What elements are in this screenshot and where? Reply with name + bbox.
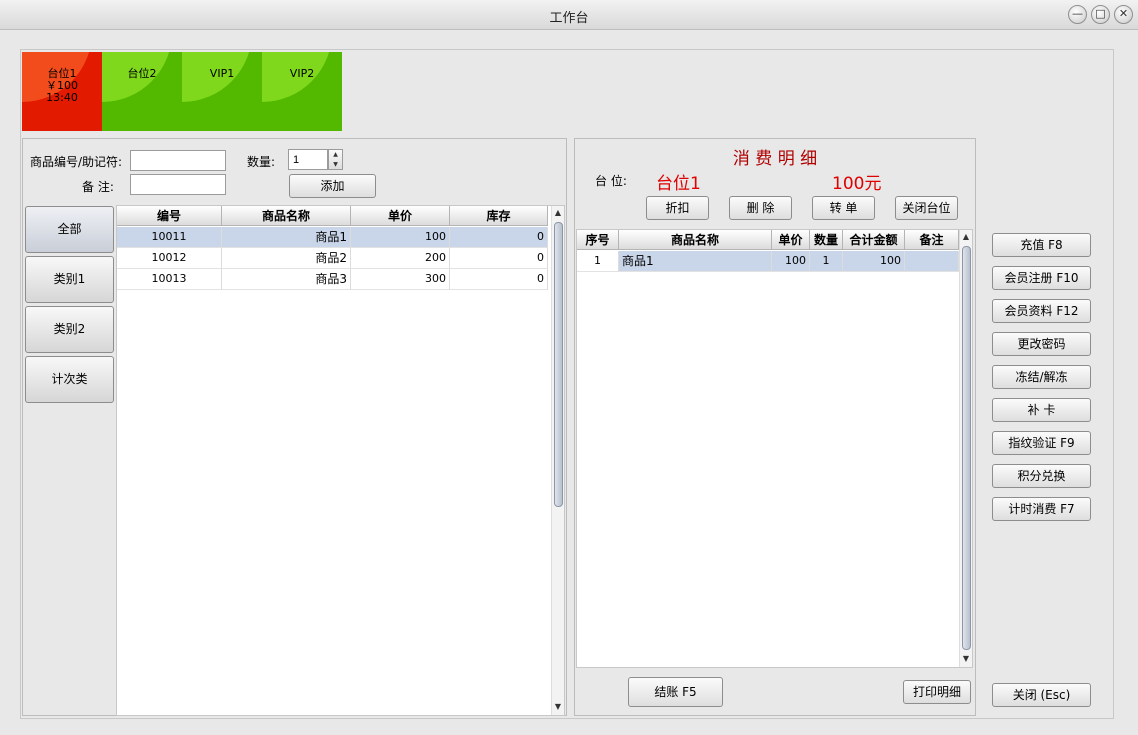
table-tile-name: VIP2 [289,67,315,80]
product-code-cell: 10011 [117,227,222,248]
fingerprint-verify-button[interactable]: 指纹验证 F9 [992,431,1091,455]
scroll-up-icon[interactable]: ▲ [552,208,564,217]
scroll-down-icon[interactable]: ▼ [552,702,564,711]
detail-note-cell [905,251,959,272]
close-table-button[interactable]: 关闭台位 [895,196,958,220]
scroll-up-icon[interactable]: ▲ [960,232,972,241]
category-1-button[interactable]: 类别1 [25,256,114,303]
product-price-cell: 100 [351,227,450,248]
product-name-cell: 商品2 [222,248,351,269]
add-product-button[interactable]: 添加 [289,174,376,198]
product-code-input[interactable] [130,150,226,171]
points-exchange-button[interactable]: 积分兑换 [992,464,1091,488]
detail-sum-cell: 100 [843,251,905,272]
column-header-no[interactable]: 序号 [577,230,619,250]
stepper-down-icon[interactable]: ▼ [329,160,342,170]
detail-price-cell: 100 [772,251,810,272]
detail-qty-cell: 1 [810,251,843,272]
freeze-unfreeze-button[interactable]: 冻结/解冻 [992,365,1091,389]
product-price-cell: 300 [351,269,450,290]
column-header-price[interactable]: 单价 [772,230,810,250]
maximize-icon[interactable]: □ [1091,5,1110,24]
column-header-code[interactable]: 编号 [117,206,222,226]
detail-table-label: 台 位: [595,174,627,188]
quantity-input[interactable] [288,149,328,170]
note-input[interactable] [130,174,226,195]
column-header-qty[interactable]: 数量 [810,230,843,250]
column-header-price[interactable]: 单价 [351,206,450,226]
column-header-sum[interactable]: 合计金额 [843,230,905,250]
product-code-cell: 10013 [117,269,222,290]
column-header-stock[interactable]: 库存 [450,206,548,226]
column-header-name[interactable]: 商品名称 [222,206,351,226]
table-tile-name: 台位2 [127,67,157,80]
product-name-cell: 商品3 [222,269,351,290]
table-row[interactable]: 10011 商品1 100 0 [117,227,548,248]
product-stock-cell: 0 [450,227,548,248]
table-tile-name: VIP1 [209,67,235,80]
product-name-cell: 商品1 [222,227,351,248]
table-tile-2[interactable]: 台位2 [102,52,182,131]
member-info-button[interactable]: 会员资料 F12 [992,299,1091,323]
reissue-card-button[interactable]: 补 卡 [992,398,1091,422]
scroll-thumb[interactable] [554,222,563,507]
table-tile-1[interactable]: 台位1 ￥100 13:40 [22,52,102,131]
table-row[interactable]: 1 商品1 100 1 100 [577,251,959,272]
close-button[interactable]: 关闭 (Esc) [992,683,1091,707]
timed-consumption-button[interactable]: 计时消费 F7 [992,497,1091,521]
window-titlebar: 工作台 — □ ✕ [0,0,1138,30]
category-all-button[interactable]: 全部 [25,206,114,253]
minimize-icon[interactable]: — [1068,5,1087,24]
table-tile-vip2[interactable]: VIP2 [262,52,342,131]
product-stock-cell: 0 [450,269,548,290]
scroll-down-icon[interactable]: ▼ [960,654,972,663]
detail-table-scrollbar[interactable]: ▲ ▼ [959,230,972,667]
note-label: 备 注: [82,180,114,194]
detail-table-value: 台位1 [656,174,701,194]
detail-table: 序号 商品名称 单价 数量 合计金额 备注 1 商品1 100 1 100 ▲ … [576,229,973,668]
table-row[interactable]: 10013 商品3 300 0 [117,269,548,290]
column-header-note[interactable]: 备注 [905,230,959,250]
delete-button[interactable]: 删 除 [729,196,792,220]
detail-title: 消 费 明 细 [732,149,818,169]
detail-name-cell: 商品1 [619,251,772,272]
quantity-stepper[interactable]: ▲ ▼ [328,149,343,170]
product-code-cell: 10012 [117,248,222,269]
product-code-label: 商品编号/助记符: [30,155,123,169]
scroll-thumb[interactable] [962,246,971,650]
product-table: 编号 商品名称 单价 库存 10011 商品1 100 0 10012 商品2 … [116,205,565,716]
product-price-cell: 200 [351,248,450,269]
table-tile-vip1[interactable]: VIP1 [182,52,262,131]
print-detail-button[interactable]: 打印明细 [903,680,971,704]
table-tile-time: 13:40 [46,91,78,104]
checkout-button[interactable]: 结账 F5 [628,677,723,707]
window-title: 工作台 [549,11,589,26]
member-register-button[interactable]: 会员注册 F10 [992,266,1091,290]
product-table-scrollbar[interactable]: ▲ ▼ [551,206,564,715]
table-row[interactable]: 10012 商品2 200 0 [117,248,548,269]
recharge-button[interactable]: 充值 F8 [992,233,1091,257]
close-icon[interactable]: ✕ [1114,5,1133,24]
category-2-button[interactable]: 类别2 [25,306,114,353]
detail-total: 100元 [832,174,882,194]
discount-button[interactable]: 折扣 [646,196,709,220]
stepper-up-icon[interactable]: ▲ [329,150,342,160]
column-header-name[interactable]: 商品名称 [619,230,772,250]
change-password-button[interactable]: 更改密码 [992,332,1091,356]
product-stock-cell: 0 [450,248,548,269]
transfer-order-button[interactable]: 转 单 [812,196,875,220]
detail-no-cell: 1 [577,251,619,272]
category-count-button[interactable]: 计次类 [25,356,114,403]
quantity-label: 数量: [247,155,276,169]
